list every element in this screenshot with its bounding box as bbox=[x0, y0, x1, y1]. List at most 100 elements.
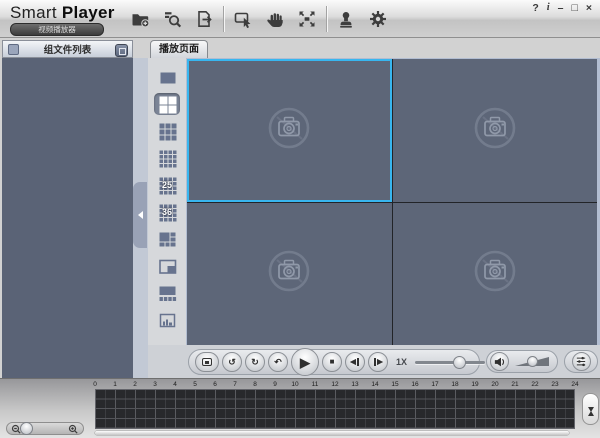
smart-player-window: Smart Player 视频播放器 ? i – □ × 组文件列表 播放页面 … bbox=[0, 0, 600, 438]
volume-slider[interactable] bbox=[509, 351, 551, 372]
replay-button[interactable]: ↶ bbox=[268, 352, 288, 372]
split-big-corner[interactable] bbox=[154, 255, 180, 277]
tab-playback-page[interactable]: 播放页面 bbox=[150, 40, 208, 58]
info-button[interactable]: i bbox=[547, 2, 550, 14]
video-pane-2[interactable] bbox=[392, 59, 597, 202]
playback-controls-bar: ↺ ↻ ↶ ▶ ■ ◀ ▶ 1X bbox=[148, 345, 600, 378]
split-9[interactable] bbox=[154, 120, 180, 142]
speed-label: 1X bbox=[396, 357, 408, 367]
stop-icon: ■ bbox=[329, 357, 335, 366]
loop-play-button[interactable]: ↺ bbox=[222, 352, 242, 372]
no-video-camera-icon bbox=[472, 105, 518, 156]
help-button[interactable]: ? bbox=[532, 2, 538, 14]
fullscreen-video-icon bbox=[202, 358, 212, 366]
watermark-verify-button[interactable] bbox=[330, 4, 362, 34]
timeline-vertical-scroll bbox=[582, 393, 599, 429]
mute-button[interactable] bbox=[490, 352, 509, 371]
no-video-camera-icon bbox=[266, 105, 312, 156]
search-files-button[interactable] bbox=[156, 4, 188, 34]
equalizer-icon bbox=[576, 356, 586, 367]
scroll-down-button[interactable] bbox=[587, 407, 594, 430]
app-title-player: Player bbox=[61, 3, 115, 22]
split-custom[interactable] bbox=[154, 309, 180, 331]
titlebar: Smart Player 视频播放器 ? i – □ × bbox=[0, 0, 600, 38]
cursor-select-icon bbox=[234, 12, 251, 29]
volume-group bbox=[486, 350, 558, 373]
fullscreen-video-button[interactable] bbox=[195, 352, 219, 372]
split-16[interactable] bbox=[154, 147, 180, 169]
sync-play-icon: ↻ bbox=[251, 356, 259, 367]
hour-label: 22 bbox=[531, 381, 539, 388]
video-pane-4[interactable] bbox=[392, 202, 597, 345]
stamp-icon bbox=[340, 12, 352, 28]
timeline-grid[interactable] bbox=[95, 389, 575, 429]
split-36-label: 36 bbox=[161, 207, 172, 217]
hour-label: 20 bbox=[491, 381, 499, 388]
hour-label: 9 bbox=[273, 381, 277, 388]
split-big-top[interactable] bbox=[154, 282, 180, 304]
speed-slider[interactable] bbox=[413, 352, 487, 372]
play-button[interactable]: ▶ bbox=[291, 348, 319, 376]
collapse-list-button[interactable] bbox=[115, 43, 128, 57]
open-folder-button[interactable] bbox=[124, 4, 156, 34]
adjust-settings-button[interactable] bbox=[571, 352, 591, 371]
gear-icon bbox=[370, 11, 386, 27]
file-search-icon bbox=[165, 12, 182, 28]
window-controls: ? i – □ × bbox=[532, 2, 592, 14]
volume-slider-thumb[interactable] bbox=[527, 356, 538, 367]
collapse-panel-arrow-icon bbox=[137, 211, 143, 219]
group-file-list[interactable] bbox=[2, 58, 133, 378]
split-4[interactable] bbox=[154, 93, 180, 115]
settings-button[interactable] bbox=[362, 4, 394, 34]
hour-label: 18 bbox=[451, 381, 459, 388]
playback-button-group: ↺ ↻ ↶ ▶ ■ ◀ ▶ 1X bbox=[188, 348, 486, 376]
fullscreen-arrows-icon bbox=[299, 11, 315, 27]
fullscreen-button[interactable] bbox=[291, 4, 323, 34]
file-export-icon bbox=[198, 11, 212, 27]
timeline-zoom-thumb[interactable] bbox=[20, 421, 33, 435]
split-1[interactable] bbox=[154, 66, 180, 88]
magnifier-plus-icon[interactable] bbox=[68, 424, 79, 435]
export-file-button[interactable] bbox=[188, 4, 220, 34]
toolbar-separator bbox=[223, 6, 224, 32]
hour-label: 4 bbox=[173, 381, 177, 388]
prev-frame-icon: ◀ bbox=[350, 357, 356, 367]
minimize-button[interactable]: – bbox=[558, 2, 564, 14]
hour-label: 1 bbox=[113, 381, 117, 388]
hour-label: 19 bbox=[471, 381, 479, 388]
video-pane-1[interactable] bbox=[187, 59, 392, 202]
close-button[interactable]: × bbox=[586, 2, 592, 14]
select-tool-button[interactable] bbox=[227, 4, 259, 34]
hour-label: 0 bbox=[93, 381, 97, 388]
folder-add-icon bbox=[132, 14, 150, 28]
prev-frame-button[interactable]: ◀ bbox=[345, 352, 365, 372]
hour-label: 17 bbox=[431, 381, 439, 388]
hour-label: 16 bbox=[411, 381, 419, 388]
timeline-horizontal-scrollbar[interactable] bbox=[95, 431, 569, 435]
sync-play-button[interactable]: ↻ bbox=[245, 352, 265, 372]
app-subtitle-badge: 视频播放器 bbox=[10, 23, 104, 36]
frame-bar bbox=[374, 358, 377, 366]
pan-tool-button[interactable] bbox=[259, 4, 291, 34]
hour-label: 24 bbox=[571, 381, 579, 388]
hour-label: 7 bbox=[233, 381, 237, 388]
next-frame-button[interactable]: ▶ bbox=[368, 352, 388, 372]
app-title: Smart Player bbox=[10, 3, 115, 22]
collapse-list-icon bbox=[119, 47, 126, 55]
app-title-smart: Smart bbox=[10, 3, 62, 22]
no-video-camera-icon bbox=[472, 248, 518, 299]
stop-button[interactable]: ■ bbox=[322, 352, 342, 372]
stream-settings-group bbox=[564, 350, 598, 373]
checkbox[interactable] bbox=[8, 44, 19, 55]
maximize-button[interactable]: □ bbox=[572, 2, 578, 14]
speed-slider-thumb[interactable] bbox=[453, 355, 467, 369]
split-big-left[interactable] bbox=[154, 228, 180, 250]
hour-label: 12 bbox=[331, 381, 339, 388]
split-36[interactable]: 36 bbox=[154, 201, 180, 223]
video-pane-3[interactable] bbox=[187, 202, 392, 345]
timeline-zoom-slider bbox=[6, 421, 84, 435]
split-25[interactable]: 25 bbox=[154, 174, 180, 196]
hour-label: 15 bbox=[391, 381, 399, 388]
sidebar-collapse-handle[interactable] bbox=[133, 182, 147, 248]
frame-bar bbox=[356, 358, 359, 366]
